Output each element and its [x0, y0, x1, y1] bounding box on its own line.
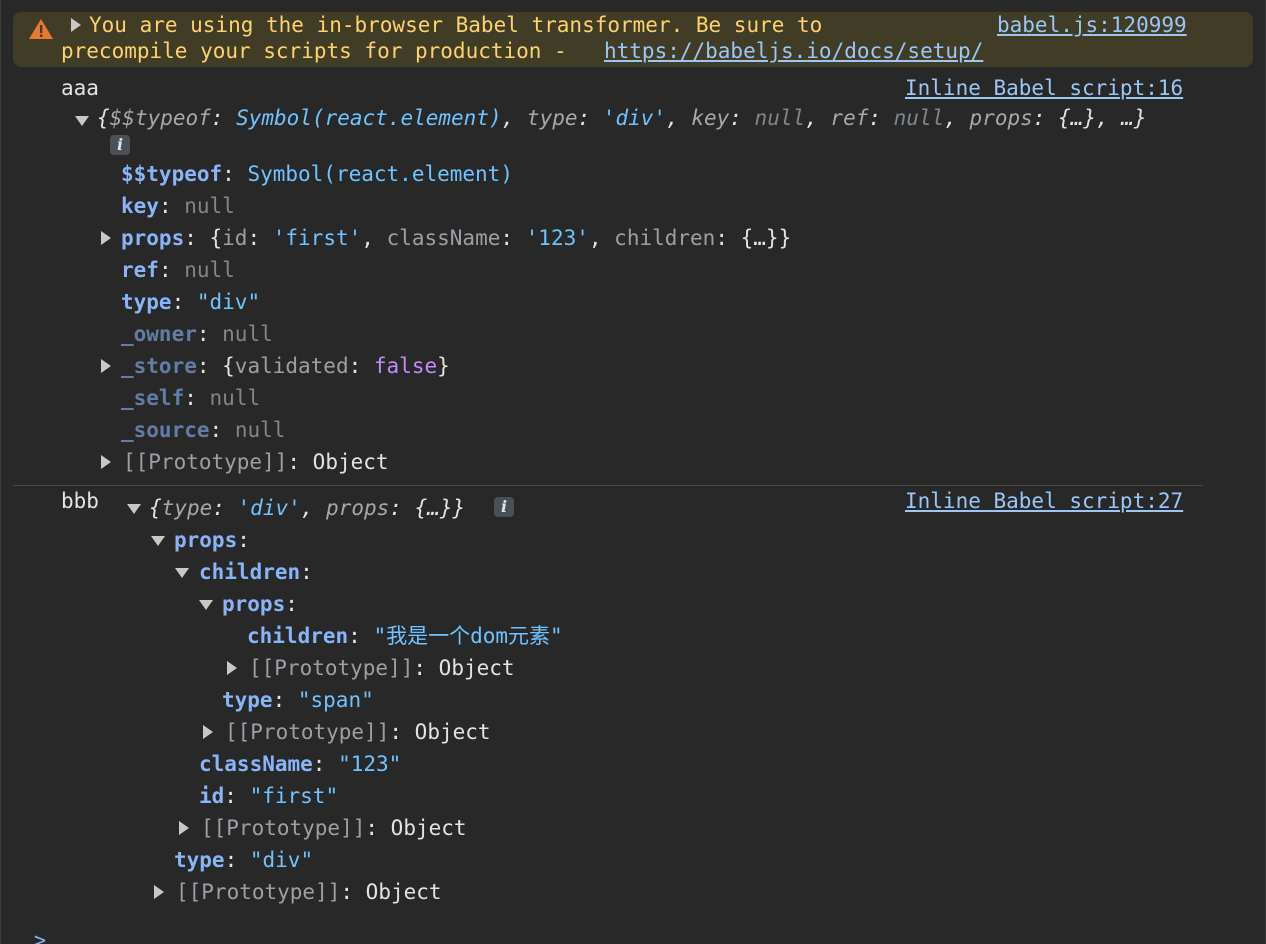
log-separator: [13, 485, 1203, 486]
bbb-row-children[interactable]: children:: [199, 559, 313, 585]
bbb-row-props[interactable]: props:: [174, 527, 250, 553]
bbb-row-children-prototype[interactable]: [[Prototype]]: Object: [225, 719, 491, 745]
bbb-inner-props-collapse-icon[interactable]: [199, 600, 213, 610]
row-source: _source: null: [121, 418, 286, 442]
row-self: _self: null: [121, 386, 261, 410]
devtools-console: You are using the in-browser Babel trans…: [0, 0, 1266, 944]
bbb-children-prototype-expand-icon[interactable]: [203, 725, 213, 739]
bbb-row-inner-prototype[interactable]: [[Prototype]]: Object: [249, 655, 515, 681]
row-store-expand-icon[interactable]: [101, 359, 111, 373]
warning-line-1: You are using the in-browser Babel trans…: [89, 13, 823, 37]
row-typeof: $$typeof: Symbol(react.element): [121, 162, 513, 186]
log-bbb-label: bbb: [61, 489, 99, 513]
log-bbb-info-icon[interactable]: i: [494, 497, 514, 517]
console-prompt-icon[interactable]: >: [34, 928, 46, 944]
bbb-row-classname: className: "123": [199, 752, 402, 776]
log-aaa-summary[interactable]: {$$typeof: Symbol(react.element), type: …: [97, 105, 1147, 131]
warning-triangle-icon: [29, 19, 53, 39]
bbb-row-div-type: type: "div": [174, 848, 314, 872]
bbb-inner-prototype-expand-icon[interactable]: [227, 661, 237, 675]
log-bbb-summary[interactable]: {type: 'div', props: {…}}: [149, 495, 465, 521]
bbb-props-prototype-expand-icon[interactable]: [179, 821, 189, 835]
bbb-root-prototype-expand-icon[interactable]: [154, 885, 164, 899]
bbb-row-props-prototype[interactable]: [[Prototype]]: Object: [201, 815, 467, 841]
row-owner: _owner: null: [121, 322, 273, 346]
warning-line-2-prefix: precompile your scripts for production -: [61, 39, 580, 63]
bbb-row-inner-props[interactable]: props:: [222, 591, 298, 617]
row-prototype-expand-icon[interactable]: [101, 455, 111, 469]
row-store[interactable]: _store: {validated: false}: [121, 353, 450, 379]
babel-setup-link[interactable]: https://babeljs.io/docs/setup/: [604, 38, 983, 64]
row-key: key: null: [121, 194, 235, 218]
bbb-row-id: id: "first": [199, 784, 339, 808]
row-props[interactable]: props: {id: 'first', className: '123', c…: [121, 225, 791, 251]
bbb-row-span-type: type: "span": [222, 688, 374, 712]
bbb-row-root-prototype[interactable]: [[Prototype]]: Object: [176, 879, 442, 905]
bbb-children-collapse-icon[interactable]: [175, 568, 189, 578]
log-aaa-collapse-icon[interactable]: [75, 116, 89, 126]
log-bbb-source-link[interactable]: Inline Babel script:27: [905, 488, 1183, 514]
row-ref: ref: null: [121, 258, 235, 282]
log-bbb-collapse-icon[interactable]: [127, 504, 141, 514]
warning-expand-icon[interactable]: [71, 18, 81, 32]
row-type: type: "div": [121, 290, 261, 314]
log-aaa-source-link[interactable]: Inline Babel script:16: [905, 75, 1183, 101]
row-prototype[interactable]: [[Prototype]]: Object: [123, 449, 389, 475]
log-aaa-label: aaa: [61, 76, 99, 100]
bbb-row-inner-children: children: "我是一个dom元素": [247, 624, 563, 648]
row-props-expand-icon[interactable]: [101, 231, 111, 245]
bbb-props-collapse-icon[interactable]: [151, 536, 165, 546]
log-aaa-info-icon[interactable]: i: [110, 135, 130, 155]
warning-source-link[interactable]: babel.js:120999: [997, 12, 1187, 38]
